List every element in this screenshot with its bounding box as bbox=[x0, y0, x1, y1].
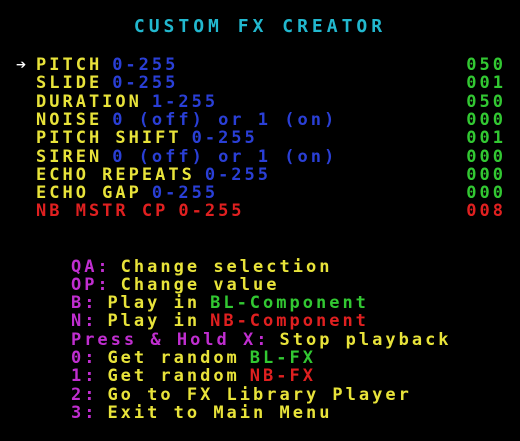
param-row[interactable]: SLIDE 0-255 001 bbox=[16, 74, 506, 92]
help-random-bl: 0: Get random BL-FX bbox=[18, 331, 316, 367]
param-value[interactable]: 050 bbox=[466, 93, 506, 111]
param-range: 0-255 bbox=[112, 73, 179, 94]
param-name: ECHO REPEATS bbox=[36, 164, 195, 185]
param-value[interactable]: 000 bbox=[466, 148, 506, 166]
param-label: SIREN 0 (off) or 1 (on) bbox=[36, 148, 337, 166]
param-value[interactable]: 000 bbox=[466, 111, 506, 129]
param-name: NB MSTR CP bbox=[36, 201, 169, 222]
param-range: 0-255 bbox=[112, 55, 179, 75]
param-range: 1-255 bbox=[151, 91, 219, 112]
param-value[interactable]: 000 bbox=[466, 166, 506, 184]
param-value[interactable]: 050 bbox=[466, 56, 506, 74]
help-change-selection: QA: Change selection bbox=[18, 240, 332, 276]
param-value[interactable]: 000 bbox=[466, 184, 506, 202]
param-label: NOISE 0 (off) or 1 (on) bbox=[36, 111, 337, 129]
param-name: PITCH bbox=[36, 55, 103, 75]
param-label: DURATION 1-255 bbox=[36, 93, 218, 111]
param-name: ECHO GAP bbox=[36, 183, 142, 204]
param-name: PITCH SHIFT bbox=[36, 128, 182, 149]
param-range: 0-255 bbox=[178, 201, 245, 222]
param-row[interactable]: ➔ PITCH 0-255 050 bbox=[16, 56, 506, 74]
param-row[interactable]: PITCH SHIFT 0-255 001 bbox=[16, 129, 506, 147]
help-play-nb: N: Play in NB-Component bbox=[18, 294, 369, 330]
param-range: 0-255 bbox=[191, 128, 258, 149]
help-change-value: OP: Change value bbox=[18, 258, 280, 294]
param-range: 0-255 bbox=[151, 183, 219, 204]
help-exit-main-menu: 3: Exit to Main Menu bbox=[18, 386, 332, 422]
param-value[interactable]: 001 bbox=[466, 129, 506, 147]
param-name: SIREN bbox=[36, 146, 103, 167]
param-label: PITCH SHIFT 0-255 bbox=[36, 129, 258, 147]
fx-creator-screen: CUSTOM FX CREATOR ➔ PITCH 0-255 050 SLIDE 0-2… bbox=[0, 0, 520, 425]
param-row[interactable]: ECHO GAP 0-255 000 bbox=[16, 184, 506, 202]
param-row[interactable]: NOISE 0 (off) or 1 (on) 000 bbox=[16, 111, 506, 129]
help-exit-main-menu-text: Exit to Main Menu bbox=[107, 403, 333, 423]
param-row[interactable]: DURATION 1-255 050 bbox=[16, 93, 506, 111]
param-label: PITCH 0-255 bbox=[36, 56, 178, 74]
param-name: SLIDE bbox=[36, 73, 103, 94]
param-row[interactable]: SIREN 0 (off) or 1 (on) 000 bbox=[16, 148, 506, 166]
param-row[interactable]: ECHO REPEATS 0-255 000 bbox=[16, 166, 506, 184]
param-range: 0-255 bbox=[204, 164, 272, 185]
param-label: NB MSTR CP 0-255 bbox=[36, 202, 245, 220]
param-name: NOISE bbox=[36, 109, 103, 130]
help-library-player: 2: Go to FX Library Player bbox=[18, 368, 412, 404]
help-stop-playback: Press & Hold X: Stop playback bbox=[18, 313, 452, 349]
param-label: ECHO GAP 0-255 bbox=[36, 184, 218, 202]
param-row[interactable]: NB MSTR CP 0-255 008 bbox=[16, 202, 506, 220]
param-label: SLIDE 0-255 bbox=[36, 74, 178, 92]
param-label: ECHO REPEATS 0-255 bbox=[36, 166, 271, 184]
param-range: 0 (off) or 1 (on) bbox=[112, 109, 338, 130]
param-name: DURATION bbox=[36, 91, 142, 112]
key-3: 3: bbox=[70, 403, 98, 423]
param-value[interactable]: 001 bbox=[466, 74, 506, 92]
screen-title: CUSTOM FX CREATOR bbox=[133, 16, 387, 37]
param-value[interactable]: 008 bbox=[466, 202, 506, 220]
help-play-bl: B: Play in BL-Component bbox=[18, 276, 369, 312]
param-range: 0 (off) or 1 (on) bbox=[112, 146, 338, 167]
selection-cursor-icon: ➔ bbox=[16, 55, 30, 75]
help-random-nb: 1: Get random NB-FX bbox=[18, 349, 316, 385]
